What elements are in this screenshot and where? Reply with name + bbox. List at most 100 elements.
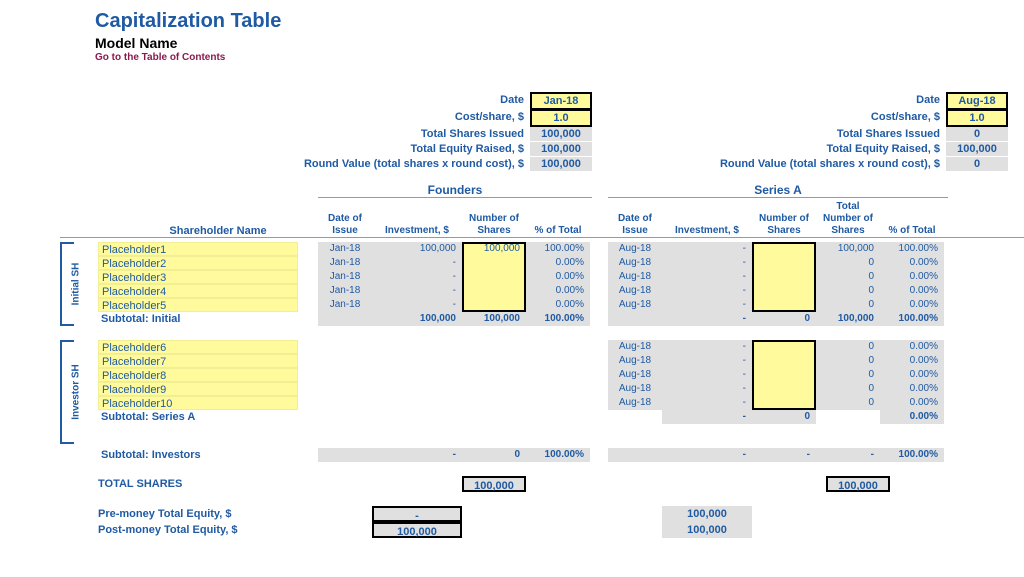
seriesa-date-input[interactable]: Aug-18 — [946, 92, 1008, 110]
cell-a-tot: 0 — [816, 284, 880, 298]
seriesa-equity: 100,000 — [946, 142, 1008, 156]
subtotal-seriesa: Subtotal: Series A - 0 0.00% — [60, 410, 1024, 424]
cell-f-date: Jan-18 — [318, 270, 372, 284]
cell-f-inv: - — [372, 270, 462, 284]
shareholder-name-input[interactable]: Placeholder2 — [98, 256, 298, 270]
cell-a-pct: 0.00% — [880, 298, 944, 312]
cell-a-inv: - — [662, 270, 752, 284]
founders-shares: 100,000 — [530, 127, 592, 141]
table-row: Placeholder2Jan-18-0.00%Aug-18-00.00% — [60, 256, 1024, 270]
col-a-inv: Investment, $ — [662, 225, 752, 237]
cell-a-date: Aug-18 — [608, 242, 662, 256]
cell-a-tot: 0 — [816, 396, 880, 410]
pre-money-a: 100,000 — [662, 506, 752, 522]
label-shares: Total Shares Issued — [60, 127, 530, 141]
table-row: Placeholder8Aug-18-00.00% — [60, 368, 1024, 382]
cell-a-inv: - — [662, 396, 752, 410]
total-shares-f: 100,000 — [462, 476, 526, 492]
table-row: Placeholder6Aug-18-00.00% — [60, 340, 1024, 354]
cell-f-inv: - — [372, 256, 462, 270]
col-a-date: Date of Issue — [608, 213, 662, 237]
col-shareholder: Shareholder Name — [98, 225, 318, 237]
cell-f-shares-input[interactable] — [462, 270, 526, 284]
cell-a-inv: - — [662, 284, 752, 298]
shareholder-name-input[interactable]: Placeholder10 — [98, 396, 298, 410]
cell-a-pct: 0.00% — [880, 396, 944, 410]
founders-roundval: 100,000 — [530, 157, 592, 171]
cell-a-pct: 0.00% — [880, 256, 944, 270]
shareholder-name-input[interactable]: Placeholder1 — [98, 242, 298, 256]
cell-a-shares-input[interactable] — [752, 340, 816, 354]
total-shares-a: 100,000 — [826, 476, 890, 492]
label-shares-2: Total Shares Issued — [654, 127, 946, 141]
col-f-inv: Investment, $ — [372, 225, 462, 237]
cell-f-pct: 100.00% — [526, 242, 590, 256]
label-cost-2: Cost/share, $ — [654, 110, 946, 126]
shareholder-name-input[interactable]: Placeholder8 — [98, 368, 298, 382]
page-title: Capitalization Table — [95, 10, 1024, 33]
cell-f-shares-input[interactable] — [462, 284, 526, 298]
cell-a-inv: - — [662, 354, 752, 368]
founders-round-name: Founders — [318, 183, 592, 198]
table-row: Placeholder5Jan-18-0.00%Aug-18-00.00% — [60, 298, 1024, 312]
cell-a-date: Aug-18 — [608, 284, 662, 298]
cell-a-shares-input[interactable] — [752, 382, 816, 396]
cell-f-shares-input[interactable] — [462, 298, 526, 312]
seriesa-round-name: Series A — [608, 183, 948, 198]
bracket-initial: Initial SH — [60, 242, 74, 326]
label-date: Date — [60, 93, 530, 109]
shareholder-name-input[interactable]: Placeholder4 — [98, 284, 298, 298]
cell-f-pct: 0.00% — [526, 256, 590, 270]
cell-a-date: Aug-18 — [608, 368, 662, 382]
cell-a-pct: 0.00% — [880, 354, 944, 368]
cell-a-shares-input[interactable] — [752, 256, 816, 270]
cell-a-tot: 0 — [816, 298, 880, 312]
shareholder-name-input[interactable]: Placeholder9 — [98, 382, 298, 396]
cell-a-inv: - — [662, 298, 752, 312]
cell-f-inv: - — [372, 284, 462, 298]
cell-a-shares-input[interactable] — [752, 242, 816, 256]
seriesa-cost-input[interactable]: 1.0 — [946, 109, 1008, 127]
shareholder-name-input[interactable]: Placeholder6 — [98, 340, 298, 354]
cell-a-shares-input[interactable] — [752, 396, 816, 410]
cell-a-pct: 0.00% — [880, 284, 944, 298]
label-roundval-2: Round Value (total shares x round cost),… — [654, 157, 946, 171]
cell-a-date: Aug-18 — [608, 382, 662, 396]
founders-cost-input[interactable]: 1.0 — [530, 109, 592, 127]
seriesa-shares: 0 — [946, 127, 1008, 141]
cell-a-inv: - — [662, 368, 752, 382]
cell-f-pct: 0.00% — [526, 298, 590, 312]
cell-a-date: Aug-18 — [608, 298, 662, 312]
label-roundval: Round Value (total shares x round cost),… — [60, 157, 530, 171]
cell-f-inv: 100,000 — [372, 242, 462, 256]
cell-a-tot: 0 — [816, 270, 880, 284]
cell-a-inv: - — [662, 256, 752, 270]
cell-a-shares-input[interactable] — [752, 368, 816, 382]
cell-a-shares-input[interactable] — [752, 298, 816, 312]
label-equity-2: Total Equity Raised, $ — [654, 142, 946, 156]
subtotal-initial: Subtotal: Initial 100,000 100,000 100.00… — [60, 312, 1024, 326]
cell-a-pct: 0.00% — [880, 270, 944, 284]
cell-f-inv: - — [372, 298, 462, 312]
shareholder-name-input[interactable]: Placeholder5 — [98, 298, 298, 312]
pre-money-label: Pre-money Total Equity, $ — [98, 506, 336, 522]
post-money-label: Post-money Total Equity, $ — [98, 522, 336, 538]
shareholder-name-input[interactable]: Placeholder7 — [98, 354, 298, 368]
col-f-date: Date of Issue — [318, 213, 372, 237]
toc-link[interactable]: Go to the Table of Contents — [95, 52, 1024, 63]
cell-a-pct: 0.00% — [880, 382, 944, 396]
col-a-pct: % of Total — [880, 225, 944, 237]
total-shares-label: TOTAL SHARES — [98, 476, 336, 492]
model-name: Model Name — [95, 35, 1024, 51]
seriesa-roundval: 0 — [946, 157, 1008, 171]
cell-a-shares-input[interactable] — [752, 354, 816, 368]
cell-a-shares-input[interactable] — [752, 284, 816, 298]
shareholder-name-input[interactable]: Placeholder3 — [98, 270, 298, 284]
founders-equity: 100,000 — [530, 142, 592, 156]
founders-date-input[interactable]: Jan-18 — [530, 92, 592, 110]
cell-a-pct: 0.00% — [880, 340, 944, 354]
cell-f-shares-input[interactable] — [462, 256, 526, 270]
cell-a-shares-input[interactable] — [752, 270, 816, 284]
cell-f-shares-input[interactable]: 100,000 — [462, 242, 526, 256]
cell-a-tot: 0 — [816, 382, 880, 396]
